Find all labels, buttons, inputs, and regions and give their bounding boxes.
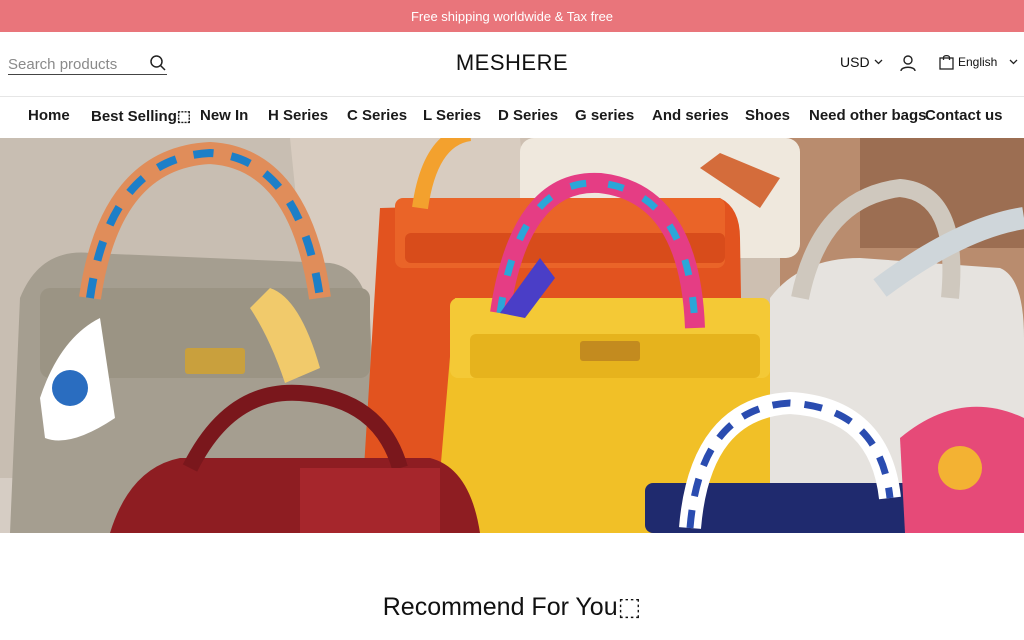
nav-item-best-selling[interactable]: Best Selling⬚ [91,107,191,125]
announcement-text: Free shipping worldwide & Tax free [410,8,614,24]
search-box[interactable] [8,54,167,75]
currency-selector[interactable]: USD [840,54,883,70]
main-navigation: Home Best Selling⬚ New In H Series C Ser… [0,97,1024,137]
nav-item-and-series[interactable]: And series [652,107,729,124]
nav-item-new-in[interactable]: New In [200,107,248,124]
chevron-down-icon [1009,59,1018,65]
currency-label: USD [840,54,870,70]
nav-item-g-series[interactable]: G series [575,107,634,124]
recommend-section-title: Recommend For You⬚ [382,593,642,621]
chevron-down-icon [874,59,883,65]
hero-banner[interactable] [0,138,1024,533]
user-icon[interactable] [899,54,917,72]
search-icon[interactable] [149,54,167,72]
nav-item-need-other-bags[interactable]: Need other bags [809,107,927,124]
nav-item-d-series[interactable]: D Series [498,107,558,124]
nav-item-c-series[interactable]: C Series [347,107,407,124]
language-label: English [958,55,998,69]
shopping-bag-icon[interactable] [939,54,954,70]
search-input[interactable] [8,55,143,73]
nav-item-h-series[interactable]: H Series [268,107,328,124]
language-selector[interactable]: English [939,54,1018,70]
site-header: MESHERE USD English [0,32,1024,97]
nav-item-shoes[interactable]: Shoes [745,107,790,124]
nav-item-l-series[interactable]: L Series [423,107,481,124]
nav-item-contact-us[interactable]: Contact us [925,107,1003,124]
site-logo[interactable]: MESHERE [456,50,568,75]
hero-banner-image [0,138,1024,533]
announcement-bar: Free shipping worldwide & Tax free [0,0,1024,32]
nav-item-home[interactable]: Home [28,107,70,124]
